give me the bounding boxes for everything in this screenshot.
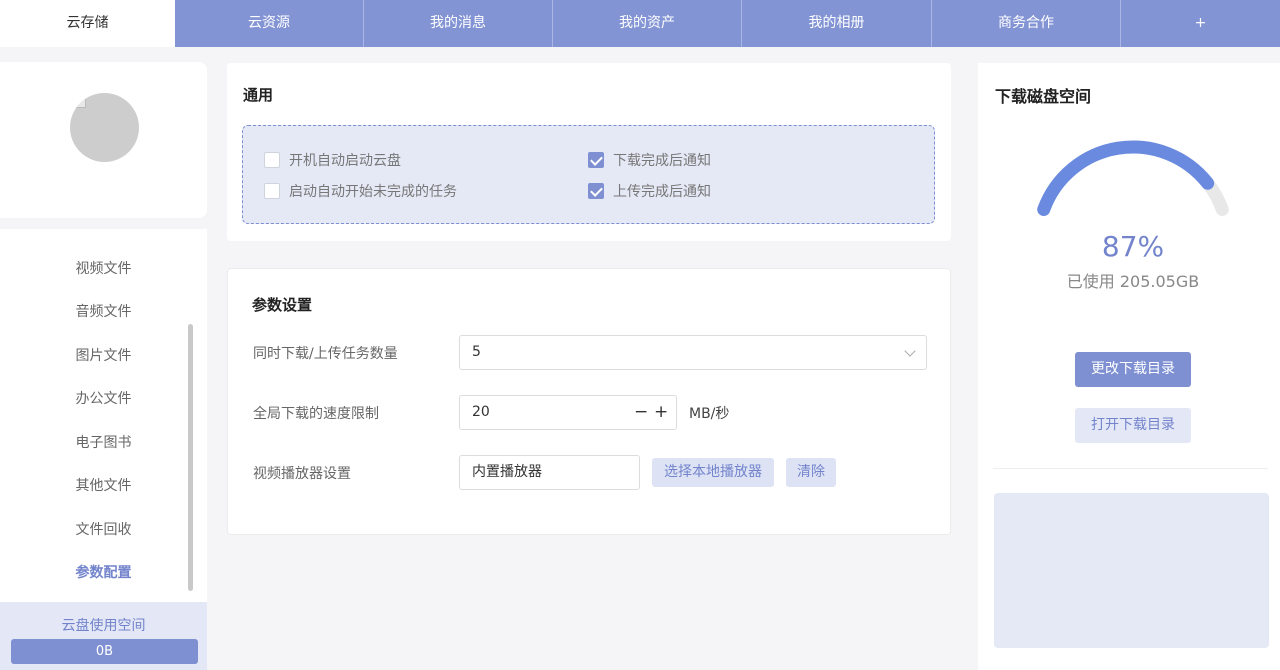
- checkbox-autostart[interactable]: [264, 152, 280, 168]
- params-title: 参数设置: [252, 296, 313, 314]
- speed-limit-stepper[interactable]: 20 − +: [459, 395, 677, 430]
- option-upload-notify[interactable]: 上传完成后通知: [588, 181, 711, 201]
- cloud-usage-panel: 云盘使用空间 0B: [0, 602, 207, 670]
- tab-my-album[interactable]: 我的相册: [742, 0, 932, 47]
- cloud-usage-bar: 0B: [11, 639, 198, 664]
- sidebar-item-images[interactable]: 图片文件: [0, 345, 207, 365]
- disk-usage-used: 已使用 205.05GB: [1066, 272, 1200, 291]
- sidebar-item-settings[interactable]: 参数配置: [0, 562, 207, 582]
- cloud-usage-label: 云盘使用空间: [61, 618, 146, 634]
- player-settings-label: 视频播放器设置: [253, 466, 351, 482]
- general-options-box: 开机自动启动云盘 下载完成后通知 启动自动开始未完成的任务 上传完成后通知: [242, 125, 935, 224]
- broken-image-icon: [74, 96, 86, 108]
- panel-divider: [993, 468, 1268, 469]
- sidebar-item-other[interactable]: 其他文件: [0, 475, 207, 495]
- sidebar-item-video[interactable]: 视频文件: [0, 258, 207, 278]
- increment-button[interactable]: +: [654, 396, 668, 429]
- option-label: 开机自动启动云盘: [289, 153, 401, 169]
- checkbox-download-notify[interactable]: [588, 152, 604, 168]
- concurrent-tasks-label: 同时下载/上传任务数量: [253, 346, 398, 362]
- chevron-down-icon: [904, 345, 916, 357]
- gauge-fill: [1037, 140, 1215, 217]
- checkbox-upload-notify[interactable]: [588, 183, 604, 199]
- change-download-dir-button[interactable]: 更改下载目录: [1075, 352, 1191, 387]
- general-title: 通用: [243, 86, 274, 104]
- choose-local-player-button[interactable]: 选择本地播放器: [652, 458, 774, 487]
- concurrent-tasks-select[interactable]: 5: [459, 335, 927, 370]
- speed-limit-value[interactable]: 20: [472, 396, 490, 429]
- avatar[interactable]: [70, 93, 139, 162]
- clear-player-button[interactable]: 清除: [786, 458, 836, 487]
- sidebar-item-ebooks[interactable]: 电子图书: [0, 432, 207, 452]
- tab-my-assets[interactable]: 我的资产: [553, 0, 742, 47]
- general-settings-card: 通用 开机自动启动云盘 下载完成后通知 启动自动开始未完成的任务 上传完成后通知: [227, 63, 951, 241]
- option-autostart[interactable]: 开机自动启动云盘: [264, 150, 401, 170]
- checkbox-resume-tasks[interactable]: [264, 183, 280, 199]
- disk-space-title: 下载磁盘空间: [995, 87, 1092, 106]
- info-placeholder-box: [994, 493, 1269, 648]
- speed-limit-label: 全局下载的速度限制: [253, 406, 379, 422]
- sidebar-item-office[interactable]: 办公文件: [0, 388, 207, 408]
- option-download-notify[interactable]: 下载完成后通知: [588, 150, 711, 170]
- add-tab-button[interactable]: +: [1121, 0, 1280, 47]
- top-tab-bar: 云存储 云资源 我的消息 我的资产 我的相册 商务合作 +: [0, 0, 1280, 47]
- open-download-dir-button[interactable]: 打开下载目录: [1075, 408, 1191, 443]
- player-field[interactable]: 内置播放器: [459, 455, 640, 490]
- sidebar-scrollbar[interactable]: [188, 324, 193, 591]
- concurrent-tasks-value: 5: [472, 344, 481, 360]
- params-settings-card: 参数设置 同时下载/上传任务数量 5 全局下载的速度限制 20 − + MB/秒…: [227, 268, 951, 535]
- sidebar-item-audio[interactable]: 音频文件: [0, 301, 207, 321]
- tab-business[interactable]: 商务合作: [932, 0, 1121, 47]
- profile-card: [0, 62, 207, 218]
- option-label: 上传完成后通知: [613, 184, 711, 200]
- option-label: 启动自动开始未完成的任务: [289, 184, 457, 200]
- decrement-button[interactable]: −: [634, 396, 648, 429]
- option-resume-tasks[interactable]: 启动自动开始未完成的任务: [264, 181, 457, 201]
- sidebar-item-recycle[interactable]: 文件回收: [0, 519, 207, 539]
- tab-cloud-resources[interactable]: 云资源: [175, 0, 364, 47]
- sidebar-menu: 视频文件 音频文件 图片文件 办公文件 电子图书 其他文件 文件回收 参数配置: [0, 229, 207, 602]
- speed-unit-label: MB/秒: [689, 406, 730, 422]
- disk-usage-percent: 87%: [1101, 230, 1165, 263]
- tab-my-messages[interactable]: 我的消息: [364, 0, 553, 47]
- download-disk-panel: 下载磁盘空间 87% 已使用 205.05GB 更改下载目录 打开下载目录: [978, 63, 1280, 670]
- tab-cloud-storage[interactable]: 云存储: [0, 0, 175, 47]
- option-label: 下载完成后通知: [613, 153, 711, 169]
